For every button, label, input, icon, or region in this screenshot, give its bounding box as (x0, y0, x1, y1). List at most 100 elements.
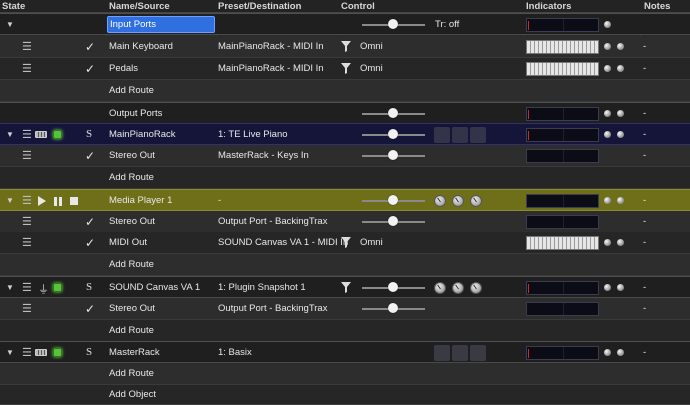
row-main-piano-rack[interactable]: ▼ ☰ S MainPianoRack 1: TE Live Piano - (0, 123, 690, 145)
header-state[interactable]: State (2, 1, 25, 12)
row-add-route[interactable]: Add Route (0, 363, 690, 385)
menu-icon[interactable]: ☰ (22, 145, 32, 166)
row-add-route[interactable]: Add Route (0, 254, 690, 276)
midi-channel[interactable]: Omni (360, 58, 383, 79)
notes-cell[interactable]: - (643, 277, 646, 297)
expand-icon[interactable]: ▼ (6, 342, 14, 362)
header-name[interactable]: Name/Source (109, 1, 170, 12)
row-input-ports[interactable]: ▼ Input Ports Tr: off (0, 13, 690, 35)
notes-cell[interactable]: - (643, 36, 646, 57)
rack-icon[interactable] (35, 131, 47, 138)
volume-slider[interactable] (362, 14, 425, 34)
destination[interactable]: Output Port - BackingTrax (218, 298, 327, 319)
row-add-object[interactable]: Add Object (0, 385, 690, 405)
destination[interactable]: Output Port - BackingTrax (218, 211, 327, 232)
header-notes[interactable]: Notes (644, 1, 670, 12)
notes-cell[interactable]: - (643, 103, 646, 123)
notes-cell[interactable]: - (643, 58, 646, 79)
plugin-name[interactable]: SOUND Canvas VA 1 (109, 277, 200, 297)
param-pad[interactable] (434, 127, 450, 143)
checkmark-icon[interactable]: ✓ (85, 145, 95, 166)
menu-icon[interactable]: ☰ (22, 124, 32, 144)
add-route-button[interactable]: Add Route (109, 363, 154, 384)
menu-icon[interactable]: ☰ (22, 277, 32, 297)
pause-icon[interactable] (54, 197, 62, 206)
source-name[interactable]: MIDI Out (109, 232, 147, 253)
row-add-route[interactable]: Add Route (0, 320, 690, 342)
checkmark-icon[interactable]: ✓ (85, 211, 95, 232)
checkmark-icon[interactable]: ✓ (85, 298, 95, 319)
notes-cell[interactable]: - (643, 232, 646, 253)
param-pad[interactable] (434, 345, 450, 361)
volume-slider[interactable] (362, 298, 425, 319)
menu-icon[interactable]: ☰ (22, 211, 32, 232)
source-name[interactable]: Pedals (109, 58, 138, 79)
menu-icon[interactable]: ☰ (22, 190, 32, 210)
player-preset[interactable]: - (218, 190, 221, 210)
param-pad[interactable] (452, 345, 468, 361)
menu-icon[interactable]: ☰ (22, 298, 32, 319)
menu-icon[interactable]: ☰ (22, 232, 32, 253)
status-led-icon[interactable] (53, 348, 62, 357)
add-object-button[interactable]: Add Object (109, 385, 156, 404)
checkmark-icon[interactable]: ✓ (85, 58, 95, 79)
source-name[interactable]: Stereo Out (109, 298, 155, 319)
checkmark-icon[interactable]: ✓ (85, 232, 95, 253)
notes-cell[interactable]: - (643, 124, 646, 144)
play-icon[interactable] (38, 196, 46, 206)
row-add-route[interactable]: Add Route (0, 80, 690, 102)
plugin-icon[interactable]: ⏚ (38, 281, 49, 297)
notes-cell[interactable]: - (643, 145, 646, 166)
header-preset[interactable]: Preset/Destination (218, 1, 301, 12)
knob-icon[interactable] (470, 195, 482, 207)
volume-slider[interactable] (362, 277, 425, 297)
player-name[interactable]: Media Player 1 (109, 190, 172, 210)
destination[interactable]: MainPianoRack - MIDI In (218, 58, 324, 79)
solo-icon[interactable]: S (86, 342, 92, 362)
knob-icon[interactable] (434, 195, 446, 207)
rack-name[interactable]: MasterRack (109, 342, 160, 362)
menu-icon[interactable]: ☰ (22, 342, 32, 362)
midi-channel[interactable]: Omni (360, 36, 383, 57)
volume-slider[interactable] (362, 145, 425, 166)
notes-cell[interactable]: - (643, 190, 646, 210)
knob-icon[interactable] (434, 282, 446, 294)
expand-icon[interactable]: ▼ (6, 14, 14, 34)
param-pad[interactable] (452, 127, 468, 143)
row-sound-canvas[interactable]: ▼ ☰ ⏚ S SOUND Canvas VA 1 1: Plugin Snap… (0, 276, 690, 298)
status-led-icon[interactable] (53, 283, 62, 292)
output-ports-name[interactable]: Output Ports (109, 103, 162, 123)
solo-icon[interactable]: S (86, 124, 92, 144)
notes-cell[interactable]: - (643, 342, 646, 362)
volume-slider[interactable] (362, 103, 425, 123)
notes-cell[interactable]: - (643, 211, 646, 232)
row-stereo-out[interactable]: ☰ ✓ Stereo Out Output Port - BackingTrax… (0, 298, 690, 320)
volume-slider[interactable] (362, 211, 425, 232)
rack-preset[interactable]: 1: TE Live Piano (218, 124, 288, 144)
input-ports-name-field[interactable]: Input Ports (107, 16, 215, 33)
menu-icon[interactable]: ☰ (22, 58, 32, 79)
midi-channel[interactable]: Omni (360, 232, 383, 253)
volume-slider[interactable] (362, 190, 425, 210)
add-route-button[interactable]: Add Route (109, 254, 154, 275)
plugin-preset[interactable]: 1: Plugin Snapshot 1 (218, 277, 306, 297)
expand-icon[interactable]: ▼ (6, 124, 14, 144)
source-name[interactable]: Stereo Out (109, 211, 155, 232)
menu-icon[interactable]: ☰ (22, 36, 32, 57)
destination[interactable]: MasterRack - Keys In (218, 145, 309, 166)
expand-icon[interactable]: ▼ (6, 190, 14, 210)
row-media-player[interactable]: ▼ ☰ Media Player 1 - - (0, 189, 690, 211)
row-midi-out[interactable]: ☰ ✓ MIDI Out SOUND Canvas VA 1 - MIDI In… (0, 232, 690, 254)
row-master-rack[interactable]: ▼ ☰ S MasterRack 1: Basix - (0, 341, 690, 363)
add-route-button[interactable]: Add Route (109, 167, 154, 188)
row-add-route[interactable]: Add Route (0, 167, 690, 189)
rack-icon[interactable] (35, 349, 47, 356)
stop-icon[interactable] (70, 197, 78, 205)
volume-slider[interactable] (362, 124, 425, 144)
destination[interactable]: MainPianoRack - MIDI In (218, 36, 324, 57)
header-control[interactable]: Control (341, 1, 375, 12)
row-main-keyboard[interactable]: ☰ ✓ Main Keyboard MainPianoRack - MIDI I… (0, 36, 690, 58)
filter-icon[interactable] (341, 41, 351, 52)
rack-preset[interactable]: 1: Basix (218, 342, 252, 362)
expand-icon[interactable]: ▼ (6, 277, 14, 297)
